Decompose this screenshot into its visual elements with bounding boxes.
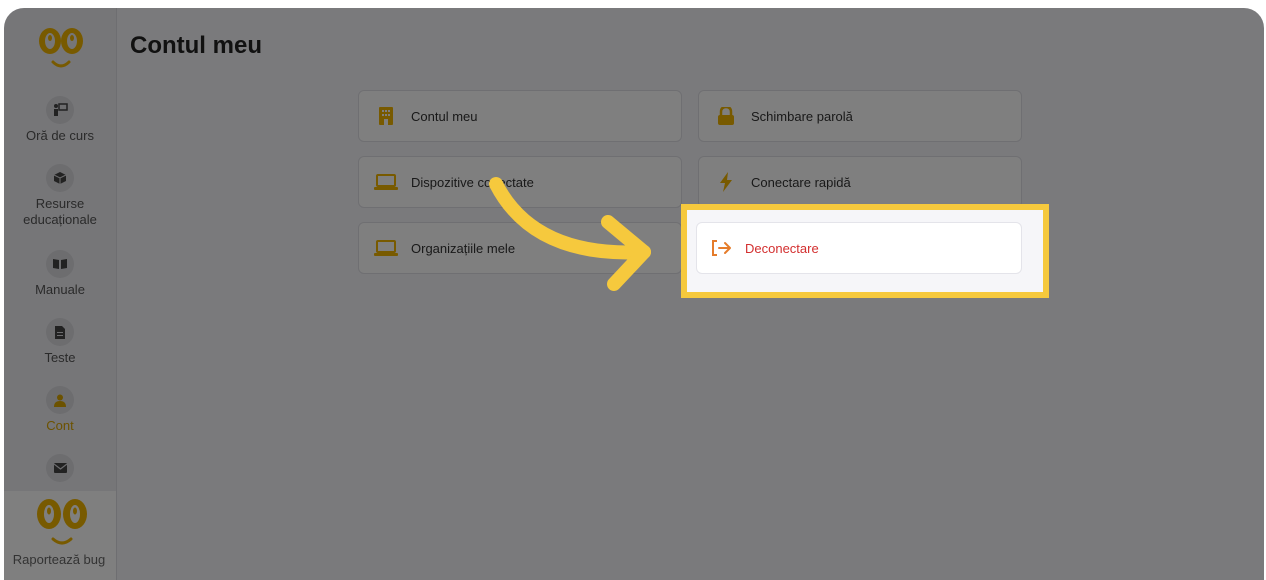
report-bug-label[interactable]: Raportează bug (0, 552, 118, 567)
pointer-arrow (489, 177, 651, 291)
app-window: Oră de curs Resurse educaționale Manuale… (4, 8, 1264, 580)
